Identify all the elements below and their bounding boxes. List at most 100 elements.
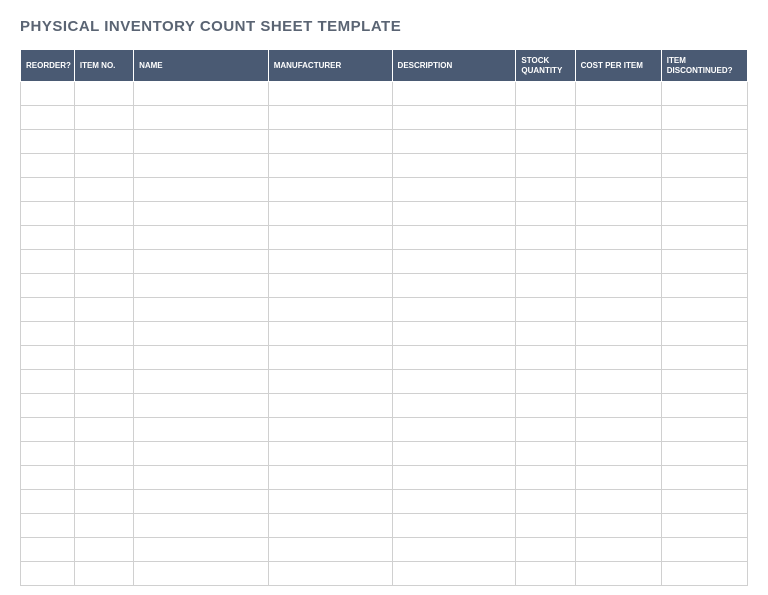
cell-manufacturer[interactable] xyxy=(268,538,392,562)
cell-stock[interactable] xyxy=(516,226,575,250)
cell-manufacturer[interactable] xyxy=(268,394,392,418)
cell-manufacturer[interactable] xyxy=(268,442,392,466)
cell-cost[interactable] xyxy=(575,130,661,154)
cell-reorder[interactable] xyxy=(21,250,75,274)
cell-stock[interactable] xyxy=(516,562,575,586)
cell-cost[interactable] xyxy=(575,82,661,106)
cell-cost[interactable] xyxy=(575,274,661,298)
cell-itemno[interactable] xyxy=(74,418,133,442)
cell-itemno[interactable] xyxy=(74,226,133,250)
cell-description[interactable] xyxy=(392,562,516,586)
cell-stock[interactable] xyxy=(516,178,575,202)
cell-stock[interactable] xyxy=(516,250,575,274)
cell-itemno[interactable] xyxy=(74,514,133,538)
cell-discontinued[interactable] xyxy=(661,562,747,586)
cell-description[interactable] xyxy=(392,130,516,154)
cell-cost[interactable] xyxy=(575,394,661,418)
cell-reorder[interactable] xyxy=(21,274,75,298)
cell-discontinued[interactable] xyxy=(661,418,747,442)
cell-manufacturer[interactable] xyxy=(268,82,392,106)
cell-cost[interactable] xyxy=(575,250,661,274)
cell-name[interactable] xyxy=(134,202,269,226)
cell-itemno[interactable] xyxy=(74,106,133,130)
cell-cost[interactable] xyxy=(575,178,661,202)
cell-itemno[interactable] xyxy=(74,490,133,514)
cell-discontinued[interactable] xyxy=(661,274,747,298)
cell-manufacturer[interactable] xyxy=(268,466,392,490)
cell-reorder[interactable] xyxy=(21,562,75,586)
cell-reorder[interactable] xyxy=(21,538,75,562)
cell-reorder[interactable] xyxy=(21,466,75,490)
cell-discontinued[interactable] xyxy=(661,178,747,202)
cell-stock[interactable] xyxy=(516,322,575,346)
cell-reorder[interactable] xyxy=(21,106,75,130)
cell-manufacturer[interactable] xyxy=(268,346,392,370)
cell-name[interactable] xyxy=(134,322,269,346)
cell-discontinued[interactable] xyxy=(661,298,747,322)
cell-itemno[interactable] xyxy=(74,442,133,466)
cell-discontinued[interactable] xyxy=(661,322,747,346)
cell-reorder[interactable] xyxy=(21,370,75,394)
cell-name[interactable] xyxy=(134,442,269,466)
cell-cost[interactable] xyxy=(575,346,661,370)
cell-stock[interactable] xyxy=(516,346,575,370)
cell-description[interactable] xyxy=(392,370,516,394)
cell-stock[interactable] xyxy=(516,82,575,106)
cell-cost[interactable] xyxy=(575,298,661,322)
cell-discontinued[interactable] xyxy=(661,250,747,274)
cell-itemno[interactable] xyxy=(74,370,133,394)
cell-discontinued[interactable] xyxy=(661,490,747,514)
cell-description[interactable] xyxy=(392,202,516,226)
cell-description[interactable] xyxy=(392,538,516,562)
cell-reorder[interactable] xyxy=(21,394,75,418)
cell-reorder[interactable] xyxy=(21,226,75,250)
cell-stock[interactable] xyxy=(516,130,575,154)
cell-discontinued[interactable] xyxy=(661,346,747,370)
cell-description[interactable] xyxy=(392,178,516,202)
cell-itemno[interactable] xyxy=(74,130,133,154)
cell-itemno[interactable] xyxy=(74,322,133,346)
cell-name[interactable] xyxy=(134,82,269,106)
cell-cost[interactable] xyxy=(575,418,661,442)
cell-discontinued[interactable] xyxy=(661,226,747,250)
cell-discontinued[interactable] xyxy=(661,82,747,106)
cell-description[interactable] xyxy=(392,514,516,538)
cell-name[interactable] xyxy=(134,274,269,298)
cell-name[interactable] xyxy=(134,226,269,250)
cell-reorder[interactable] xyxy=(21,82,75,106)
cell-stock[interactable] xyxy=(516,370,575,394)
cell-discontinued[interactable] xyxy=(661,370,747,394)
cell-reorder[interactable] xyxy=(21,130,75,154)
cell-name[interactable] xyxy=(134,490,269,514)
cell-cost[interactable] xyxy=(575,370,661,394)
cell-manufacturer[interactable] xyxy=(268,370,392,394)
cell-manufacturer[interactable] xyxy=(268,274,392,298)
cell-description[interactable] xyxy=(392,106,516,130)
cell-reorder[interactable] xyxy=(21,298,75,322)
cell-discontinued[interactable] xyxy=(661,514,747,538)
cell-reorder[interactable] xyxy=(21,514,75,538)
cell-reorder[interactable] xyxy=(21,178,75,202)
cell-cost[interactable] xyxy=(575,538,661,562)
cell-discontinued[interactable] xyxy=(661,106,747,130)
cell-discontinued[interactable] xyxy=(661,130,747,154)
cell-name[interactable] xyxy=(134,154,269,178)
cell-description[interactable] xyxy=(392,274,516,298)
cell-name[interactable] xyxy=(134,418,269,442)
cell-cost[interactable] xyxy=(575,154,661,178)
cell-itemno[interactable] xyxy=(74,178,133,202)
cell-manufacturer[interactable] xyxy=(268,130,392,154)
cell-name[interactable] xyxy=(134,394,269,418)
cell-discontinued[interactable] xyxy=(661,442,747,466)
cell-stock[interactable] xyxy=(516,106,575,130)
cell-manufacturer[interactable] xyxy=(268,226,392,250)
cell-name[interactable] xyxy=(134,466,269,490)
cell-description[interactable] xyxy=(392,82,516,106)
cell-name[interactable] xyxy=(134,178,269,202)
cell-cost[interactable] xyxy=(575,322,661,346)
cell-manufacturer[interactable] xyxy=(268,322,392,346)
cell-stock[interactable] xyxy=(516,298,575,322)
cell-itemno[interactable] xyxy=(74,202,133,226)
cell-cost[interactable] xyxy=(575,490,661,514)
cell-reorder[interactable] xyxy=(21,154,75,178)
